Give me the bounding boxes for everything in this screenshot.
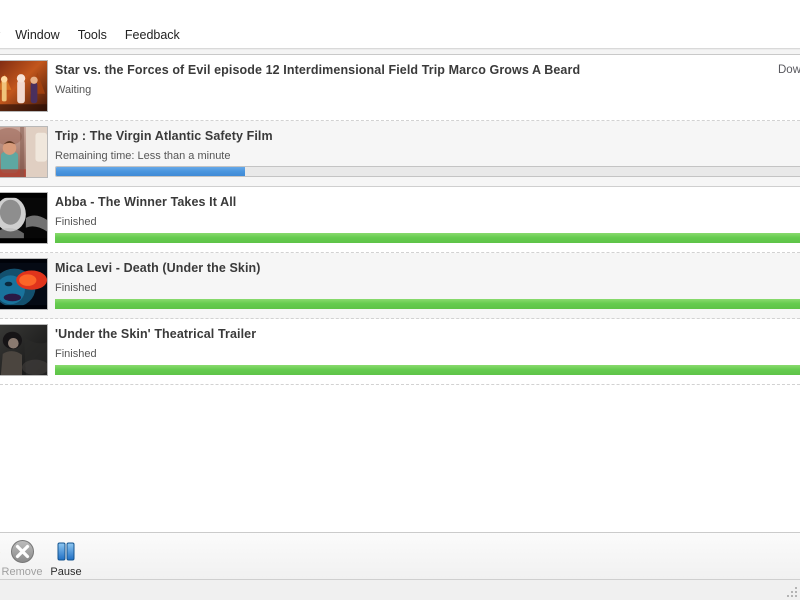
progress-bar xyxy=(55,166,800,177)
cartoon-scene-thumbnail xyxy=(0,60,48,112)
download-status: Finished xyxy=(55,216,97,228)
status-bar: E xyxy=(0,579,800,600)
row-body: 'Under the Skin' Theatrical Trailer Fini… xyxy=(48,324,800,384)
download-source-label: Downlo xyxy=(778,64,800,76)
pause-label: Pause xyxy=(50,566,82,578)
table-row[interactable]: 'Under the Skin' Theatrical Trailer Fini… xyxy=(0,319,800,385)
remove-label: Remove xyxy=(1,566,43,578)
menu-item-tools[interactable]: Tools xyxy=(69,25,116,45)
red-blue-face-thumbnail xyxy=(0,258,48,310)
pause-button[interactable]: Pause xyxy=(44,536,88,578)
menu-item-feedback[interactable]: Feedback xyxy=(116,25,189,45)
download-list[interactable]: Star vs. the Forces of Evil episode 12 I… xyxy=(0,55,800,532)
row-body: Trip : The Virgin Atlantic Safety Film R… xyxy=(48,126,800,186)
download-title: Trip : The Virgin Atlantic Safety Film xyxy=(55,129,273,143)
download-status: Remaining time: Less than a minute xyxy=(55,150,231,162)
progress-bar xyxy=(55,299,800,309)
download-title: Star vs. the Forces of Evil episode 12 I… xyxy=(55,63,581,77)
bottom-toolbar: up Remove xyxy=(0,532,800,579)
progress-fill xyxy=(56,167,246,176)
progress-fill xyxy=(55,233,800,243)
progress-fill xyxy=(55,299,800,309)
progress-fill xyxy=(55,365,800,375)
black-white-portrait-thumbnail xyxy=(0,192,48,244)
download-title: Abba - The Winner Takes It All xyxy=(55,195,237,209)
download-status: Waiting xyxy=(55,84,92,96)
resize-grip-icon[interactable] xyxy=(786,586,799,599)
table-row[interactable]: Trip : The Virgin Atlantic Safety Film R… xyxy=(0,121,800,187)
download-title: 'Under the Skin' Theatrical Trailer xyxy=(55,327,257,341)
menu-item-window[interactable]: Window xyxy=(6,25,68,45)
dark-figure-thumbnail xyxy=(0,324,48,376)
remove-circle-icon xyxy=(10,538,35,564)
download-status: Finished xyxy=(55,348,97,360)
progress-bar xyxy=(55,233,800,243)
pause-icon xyxy=(54,538,78,564)
table-row[interactable]: Abba - The Winner Takes It All Finished … xyxy=(0,187,800,253)
window-title-strip xyxy=(0,0,800,21)
row-body: Star vs. the Forces of Evil episode 12 I… xyxy=(48,60,800,120)
download-title: Mica Levi - Death (Under the Skin) xyxy=(55,261,261,275)
download-manager-window: y Window Tools Feedback xyxy=(0,0,800,600)
remove-button[interactable]: Remove xyxy=(0,536,44,578)
table-row[interactable]: Star vs. the Forces of Evil episode 12 I… xyxy=(0,55,800,121)
menu-bar: y Window Tools Feedback xyxy=(0,21,800,49)
airplane-cabin-thumbnail xyxy=(0,126,48,178)
progress-bar xyxy=(55,365,800,375)
download-status: Finished xyxy=(55,282,97,294)
row-body: Mica Levi - Death (Under the Skin) Finis… xyxy=(48,258,800,318)
row-body: Abba - The Winner Takes It All Finished … xyxy=(48,192,800,252)
table-row[interactable]: Mica Levi - Death (Under the Skin) Finis… xyxy=(0,253,800,319)
